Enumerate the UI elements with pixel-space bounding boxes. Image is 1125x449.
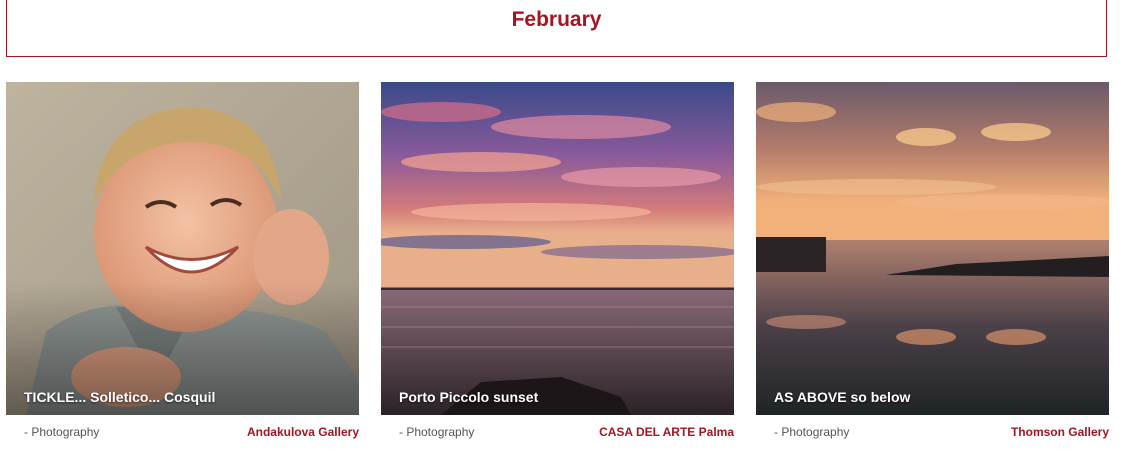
artwork-image[interactable]: AS ABOVE so below	[756, 82, 1109, 415]
sunset-sea-photo	[381, 82, 734, 415]
month-title: February	[511, 8, 602, 31]
artwork-image[interactable]: TICKLE... Solletico... Cosquil	[6, 82, 359, 415]
artwork-category: - Photography	[24, 425, 100, 439]
artwork-title[interactable]: Porto Piccolo sunset	[399, 389, 538, 405]
artwork-title[interactable]: AS ABOVE so below	[774, 389, 910, 405]
artwork-meta: - Photography Thomson Gallery	[756, 425, 1109, 439]
artwork-card[interactable]: AS ABOVE so below - Photography Thomson …	[756, 82, 1109, 439]
gallery-link[interactable]: CASA DEL ARTE Palma	[599, 425, 734, 439]
artwork-meta: - Photography CASA DEL ARTE Palma	[381, 425, 734, 439]
month-header: February	[6, 0, 1107, 57]
artwork-title[interactable]: TICKLE... Solletico... Cosquil	[24, 389, 215, 405]
artwork-meta: - Photography Andakulova Gallery	[6, 425, 359, 439]
artwork-category: - Photography	[399, 425, 475, 439]
artwork-card[interactable]: Porto Piccolo sunset - Photography CASA …	[381, 82, 734, 439]
gallery-link[interactable]: Thomson Gallery	[1011, 425, 1109, 439]
gallery-link[interactable]: Andakulova Gallery	[247, 425, 359, 439]
sunset-reflection-photo	[756, 82, 1109, 415]
artwork-category: - Photography	[774, 425, 850, 439]
smiling-child-photo	[6, 82, 359, 415]
artwork-image[interactable]: Porto Piccolo sunset	[381, 82, 734, 415]
artwork-card[interactable]: TICKLE... Solletico... Cosquil - Photogr…	[6, 82, 359, 439]
